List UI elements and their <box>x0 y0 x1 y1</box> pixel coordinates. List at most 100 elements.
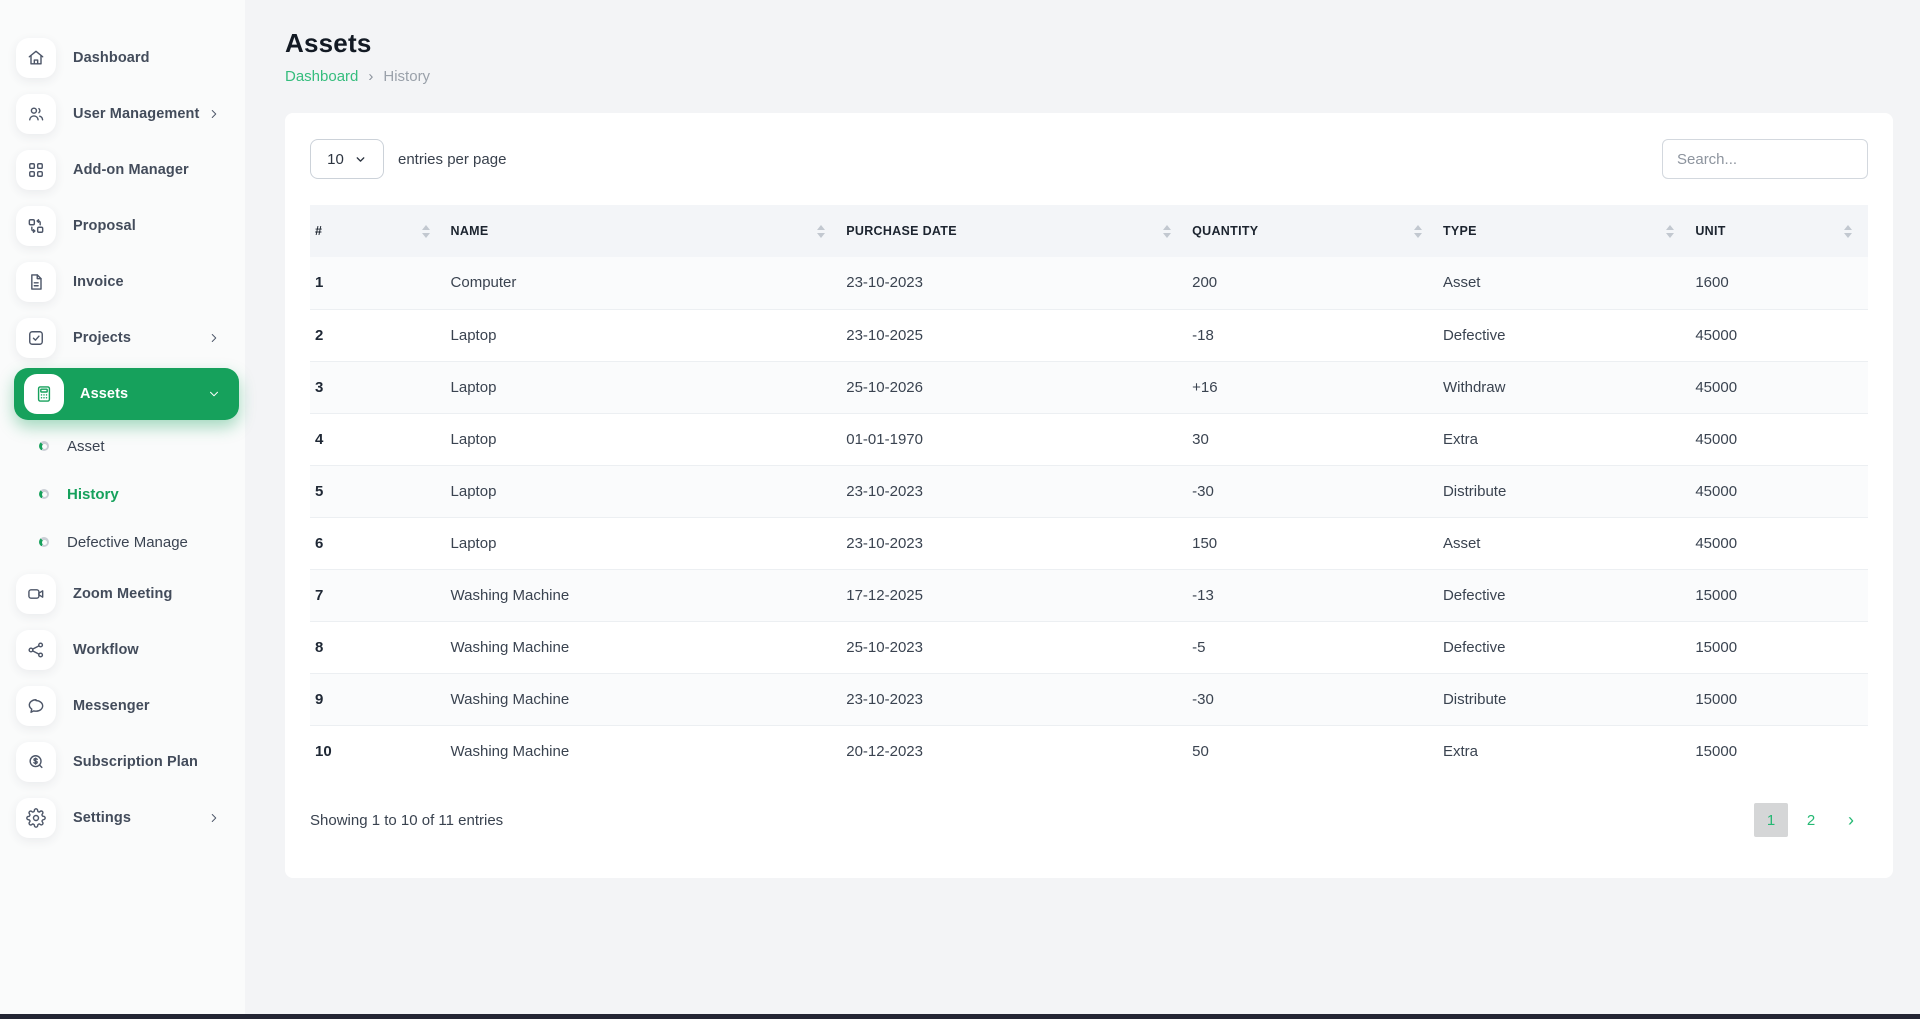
pagination-next-button[interactable]: › <box>1834 803 1868 837</box>
table-cell: +16 <box>1187 361 1438 413</box>
table-cell: Asset <box>1438 517 1690 569</box>
table-cell: Laptop <box>446 361 842 413</box>
sidebar-item-label: Zoom Meeting <box>73 586 172 602</box>
table-cell: 1 <box>310 257 446 309</box>
sidebar-item-assets[interactable]: Assets <box>14 368 239 420</box>
sidebar-item-projects[interactable]: Projects <box>0 310 239 366</box>
table-header-row: # NAME PURCHASE DATE QUANTITY TYPE UNIT <box>310 205 1868 257</box>
table-row: 2Laptop23-10-2025-18Defective45000 <box>310 309 1868 361</box>
chevron-down-icon <box>207 387 221 401</box>
sidebar-item-workflow[interactable]: Workflow <box>0 622 239 678</box>
sidebar-subitem-label: Defective Manage <box>67 534 188 551</box>
table-footer: Showing 1 to 10 of 11 entries 12› <box>310 803 1868 837</box>
sidebar-subitem-defective-manage[interactable]: Defective Manage <box>0 518 245 566</box>
status-circle-icon <box>39 537 49 547</box>
table-body: 1Computer23-10-2023200Asset16002Laptop23… <box>310 257 1868 777</box>
entries-per-page-select[interactable]: 10 <box>310 139 384 179</box>
breadcrumb-current: History <box>383 68 430 85</box>
sidebar-item-proposal[interactable]: Proposal <box>0 198 239 254</box>
column-header-unit[interactable]: UNIT <box>1690 205 1868 257</box>
table-cell: 20-12-2023 <box>841 725 1187 777</box>
column-header-label: UNIT <box>1695 224 1725 238</box>
table-row: 10Washing Machine20-12-202350Extra15000 <box>310 725 1868 777</box>
sidebar-item-add-on-manager[interactable]: Add-on Manager <box>0 142 239 198</box>
main-content: Assets Dashboard › History 10 entries pe… <box>245 0 1920 1019</box>
column-header-label: PURCHASE DATE <box>846 224 957 238</box>
entries-per-page-value: 10 <box>327 151 344 168</box>
sort-arrows-icon <box>1414 225 1422 238</box>
table-cell: Laptop <box>446 517 842 569</box>
table-cell: 23-10-2023 <box>841 465 1187 517</box>
assets-history-table: # NAME PURCHASE DATE QUANTITY TYPE UNIT <box>310 205 1868 777</box>
table-cell: 7 <box>310 569 446 621</box>
table-cell: 23-10-2023 <box>841 517 1187 569</box>
video-camera-icon <box>16 574 56 614</box>
column-header-label: QUANTITY <box>1192 224 1258 238</box>
table-cell: Defective <box>1438 309 1690 361</box>
users-icon <box>16 94 56 134</box>
column-header-label: TYPE <box>1443 224 1477 238</box>
column-header-quantity[interactable]: QUANTITY <box>1187 205 1438 257</box>
sidebar: Dashboard User Management Add-on Manager… <box>0 0 245 1019</box>
table-cell: 17-12-2025 <box>841 569 1187 621</box>
table-row: 4Laptop01-01-197030Extra45000 <box>310 413 1868 465</box>
table-cell: 23-10-2025 <box>841 309 1187 361</box>
sidebar-subitem-history[interactable]: History <box>0 470 245 518</box>
table-cell: 15000 <box>1690 725 1868 777</box>
table-cell: Laptop <box>446 309 842 361</box>
sidebar-item-invoice[interactable]: Invoice <box>0 254 239 310</box>
sidebar-item-subscription-plan[interactable]: Subscription Plan <box>0 734 239 790</box>
column-header-purchase-date[interactable]: PURCHASE DATE <box>841 205 1187 257</box>
chevron-right-icon <box>207 107 221 121</box>
column-header-name[interactable]: NAME <box>446 205 842 257</box>
pagination-page-1-button[interactable]: 1 <box>1754 803 1788 837</box>
status-circle-icon <box>39 441 49 451</box>
invoice-document-icon <box>16 262 56 302</box>
sidebar-item-settings[interactable]: Settings <box>0 790 239 846</box>
table-cell: Laptop <box>446 465 842 517</box>
table-cell: Washing Machine <box>446 725 842 777</box>
search-input[interactable] <box>1662 139 1868 179</box>
sidebar-item-label: Add-on Manager <box>73 162 189 178</box>
table-cell: -30 <box>1187 673 1438 725</box>
status-circle-icon <box>39 489 49 499</box>
pagination-page-2-button[interactable]: 2 <box>1794 803 1828 837</box>
table-cell: 01-01-1970 <box>841 413 1187 465</box>
table-cell: 4 <box>310 413 446 465</box>
table-cell: -13 <box>1187 569 1438 621</box>
sidebar-item-label: Invoice <box>73 274 124 290</box>
table-cell: 15000 <box>1690 673 1868 725</box>
table-cell: 6 <box>310 517 446 569</box>
sidebar-item-dashboard[interactable]: Dashboard <box>0 30 239 86</box>
addon-grid-icon <box>16 150 56 190</box>
app-root: Dashboard User Management Add-on Manager… <box>0 0 1920 1019</box>
breadcrumb-dashboard-link[interactable]: Dashboard <box>285 68 358 85</box>
table-cell: 45000 <box>1690 517 1868 569</box>
workflow-share-icon <box>16 630 56 670</box>
table-cell: 45000 <box>1690 465 1868 517</box>
column-header--[interactable]: # <box>310 205 446 257</box>
subscription-dollar-icon <box>16 742 56 782</box>
table-cell: 23-10-2023 <box>841 257 1187 309</box>
sidebar-item-messenger[interactable]: Messenger <box>0 678 239 734</box>
table-cell: 50 <box>1187 725 1438 777</box>
sidebar-subitem-asset[interactable]: Asset <box>0 422 245 470</box>
table-cell: 2 <box>310 309 446 361</box>
pagination: 12› <box>1754 803 1868 837</box>
sidebar-item-user-management[interactable]: User Management <box>0 86 239 142</box>
column-header-type[interactable]: TYPE <box>1438 205 1690 257</box>
table-cell: Extra <box>1438 413 1690 465</box>
page-title: Assets <box>285 28 1893 59</box>
table-row: 7Washing Machine17-12-2025-13Defective15… <box>310 569 1868 621</box>
sidebar-item-zoom-meeting[interactable]: Zoom Meeting <box>0 566 239 622</box>
sidebar-item-label: Messenger <box>73 698 150 714</box>
table-cell: 8 <box>310 621 446 673</box>
table-cell: -30 <box>1187 465 1438 517</box>
breadcrumb-separator-icon: › <box>368 68 373 85</box>
sidebar-item-label: Projects <box>73 330 131 346</box>
table-cell: Extra <box>1438 725 1690 777</box>
table-cell: 25-10-2026 <box>841 361 1187 413</box>
table-cell: -18 <box>1187 309 1438 361</box>
sort-arrows-icon <box>1666 225 1674 238</box>
table-cell: -5 <box>1187 621 1438 673</box>
